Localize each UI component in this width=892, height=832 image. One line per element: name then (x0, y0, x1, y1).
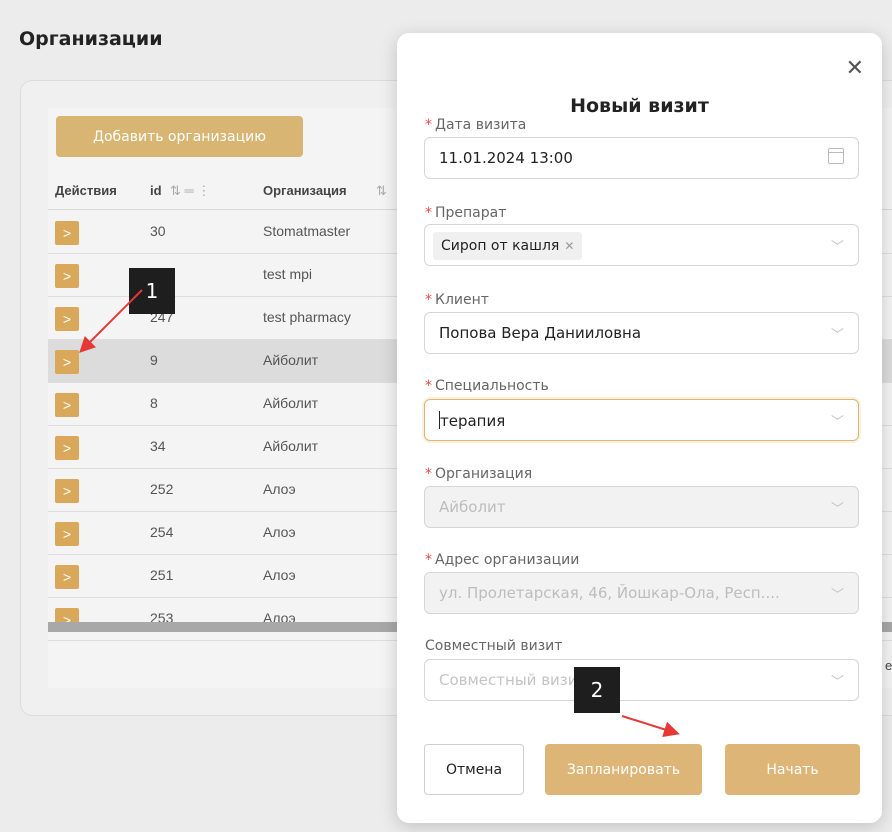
open-row-button[interactable]: > (55, 307, 79, 331)
start-button[interactable]: Начать (725, 744, 860, 795)
remove-tag-icon[interactable]: ✕ (564, 239, 574, 253)
visit-date-field[interactable]: 11.01.2024 13:00 (424, 137, 859, 179)
address-label: * Адрес организации (425, 552, 580, 568)
schedule-button[interactable]: Запланировать (545, 744, 702, 795)
organization-select: Айболит ﹀ (424, 486, 859, 528)
cell-organization: test mpi (263, 266, 313, 282)
cancel-button[interactable]: Отмена (424, 744, 524, 795)
client-select[interactable]: Попова Вера Данииловна ﹀ (424, 312, 859, 354)
cell-id: 8 (150, 395, 158, 411)
cell-organization: Айболит (263, 352, 319, 368)
chevron-down-icon: ﹀ (830, 240, 844, 255)
joint-visit-select[interactable]: Совместный визит ﹀ (424, 659, 859, 701)
edge-text: e (885, 658, 892, 673)
drug-label: * Препарат (425, 205, 507, 221)
calendar-icon[interactable] (828, 148, 844, 164)
open-row-button[interactable]: > (55, 393, 79, 417)
cell-organization: Айболит (263, 395, 319, 411)
add-organization-button[interactable]: Добавить организацию (56, 116, 303, 157)
column-organization[interactable]: Организация (263, 183, 347, 198)
open-row-button[interactable]: > (55, 350, 79, 374)
open-row-button[interactable]: > (55, 522, 79, 546)
column-id[interactable]: id (150, 183, 162, 198)
cell-organization: Алоэ (263, 567, 296, 583)
chevron-down-icon: ﹀ (830, 588, 844, 603)
modal-title: Новый визит (570, 95, 709, 117)
chevron-down-icon: ﹀ (830, 328, 844, 343)
close-icon[interactable]: ✕ (846, 55, 864, 81)
new-visit-modal: Новый визит ✕ * Дата визита 11.01.2024 13… (397, 33, 882, 823)
cell-id: 254 (150, 524, 174, 540)
cell-id: 9 (150, 352, 158, 368)
address-select: ул. Пролетарская, 46, Йошкар-Ола, Респ..… (424, 572, 859, 614)
open-row-button[interactable]: > (55, 565, 79, 589)
joint-visit-label: Совместный визит (425, 638, 563, 654)
organization-label: * Организация (425, 466, 533, 482)
open-row-button[interactable]: > (55, 221, 79, 245)
column-actions: Действия (55, 183, 117, 198)
cell-id: 30 (150, 223, 166, 239)
cell-organization: Алоэ (263, 524, 296, 540)
specialty-select[interactable]: терапия ﹀ (424, 399, 859, 441)
cell-organization: Алоэ (263, 481, 296, 497)
open-row-button[interactable]: > (55, 436, 79, 460)
open-row-button[interactable]: > (55, 264, 79, 288)
cell-id: 34 (150, 438, 166, 454)
cell-id: 252 (150, 481, 174, 497)
cell-organization: Stomatmaster (263, 223, 351, 239)
cell-organization: test pharmacy (263, 309, 351, 325)
specialty-label: * Специальность (425, 378, 549, 394)
cell-organization: Айболит (263, 438, 319, 454)
annotation-marker-2: 2 (574, 667, 620, 713)
drug-select[interactable]: Сироп от кашля ✕ ﹀ (424, 224, 859, 266)
sort-icon[interactable]: ⇅ (376, 183, 387, 199)
date-label: * Дата визита (425, 117, 527, 133)
chevron-down-icon: ﹀ (830, 502, 844, 517)
chevron-down-icon: ﹀ (830, 675, 844, 690)
drug-tag: Сироп от кашля ✕ (433, 232, 583, 260)
chevron-down-icon: ﹀ (830, 415, 844, 430)
sort-icon[interactable]: ⇅ ═ ⋮ (170, 183, 210, 199)
client-label: * Клиент (425, 292, 489, 308)
open-row-button[interactable]: > (55, 479, 79, 503)
cell-id: 251 (150, 567, 174, 583)
page-title: Организации (19, 28, 163, 50)
annotation-marker-1: 1 (129, 268, 175, 314)
